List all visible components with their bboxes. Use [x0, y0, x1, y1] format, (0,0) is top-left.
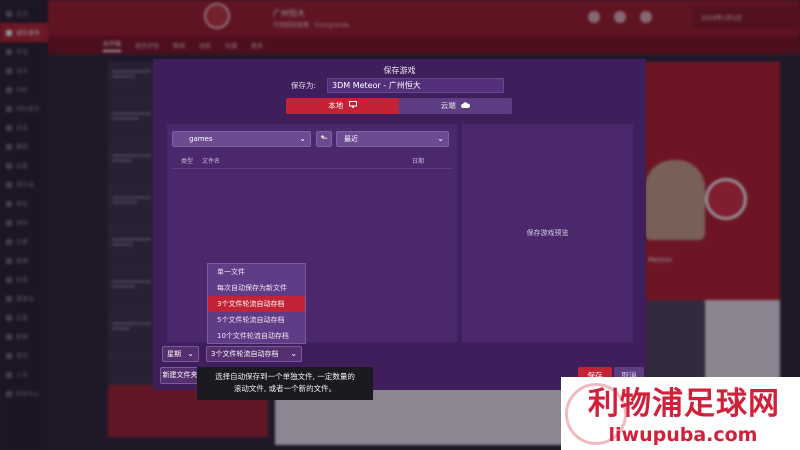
- chevron-down-icon: ⌄: [299, 134, 306, 143]
- folder-dropdown[interactable]: games ⌄: [172, 131, 311, 147]
- save-as-label: 保存为:: [291, 81, 317, 90]
- autosave-options-menu: 单一文件 每次自动保存为新文件 3个文件轮流自动存档 5个文件轮流自动存档 10…: [207, 263, 306, 344]
- chevron-down-icon: ⌄: [437, 134, 444, 143]
- new-folder-label: 新建文件夹: [162, 371, 198, 379]
- folder-value: games: [189, 135, 213, 143]
- cloud-icon: [461, 98, 471, 114]
- autosave-period-dropdown[interactable]: 星期 ⌄: [162, 346, 199, 362]
- preview-label: 保存游戏预览: [526, 229, 569, 237]
- folder-up-button[interactable]: ⬑: [316, 131, 332, 147]
- menu-item-new-file-each[interactable]: 每次自动保存为新文件: [208, 280, 305, 296]
- chevron-down-icon: ⌄: [187, 349, 194, 358]
- tooltip-line-1: 选择自动保存到一个单独文件, 一定数量的: [215, 372, 355, 381]
- sort-value: 最近: [344, 135, 358, 143]
- menu-item-single-file[interactable]: 单一文件: [208, 264, 305, 280]
- menu-item-rotate-3[interactable]: 3个文件轮流自动存档: [208, 296, 305, 312]
- arrow-up-icon: ⬑: [320, 134, 328, 144]
- new-folder-button[interactable]: 新建文件夹: [160, 367, 200, 384]
- autosave-tooltip: 选择自动保存到一个单独文件, 一定数量的 滚动文件, 或者一个新的文件。: [197, 367, 373, 400]
- watermark-title: 利物浦足球网: [588, 386, 780, 422]
- watermark: 利物浦足球网 liwupuba.com: [561, 377, 800, 450]
- preview-panel: 保存游戏预览: [462, 124, 633, 342]
- autosave-mode-dropdown[interactable]: 3个文件轮流自动存档 ⌄: [206, 346, 302, 362]
- location-local-tab[interactable]: 本地: [286, 98, 399, 114]
- sort-dropdown[interactable]: 最近 ⌄: [336, 131, 449, 147]
- divider: [172, 168, 452, 169]
- mode-value: 3个文件轮流自动存档: [211, 350, 279, 358]
- column-header-date[interactable]: 日期: [412, 156, 424, 165]
- monitor-icon: [348, 98, 357, 114]
- location-cloud-tab[interactable]: 云端: [399, 98, 512, 114]
- menu-item-rotate-10[interactable]: 10个文件轮流自动存档: [208, 328, 305, 344]
- chevron-down-icon: ⌄: [290, 349, 297, 358]
- location-cloud-label: 云端: [440, 101, 456, 110]
- save-as-input[interactable]: 3DM Meteor - 广州恒大: [327, 78, 504, 93]
- dialog-title: 保存游戏: [383, 66, 416, 75]
- tooltip-line-2: 滚动文件, 或者一个新的文件。: [233, 384, 337, 393]
- period-value: 星期: [167, 350, 181, 358]
- watermark-url: liwupuba.com: [608, 424, 758, 446]
- column-header-type[interactable]: 类型: [181, 156, 193, 165]
- menu-item-rotate-5[interactable]: 5个文件轮流自动存档: [208, 312, 305, 328]
- location-local-label: 本地: [328, 101, 344, 110]
- column-header-filename[interactable]: 文件名: [202, 156, 220, 165]
